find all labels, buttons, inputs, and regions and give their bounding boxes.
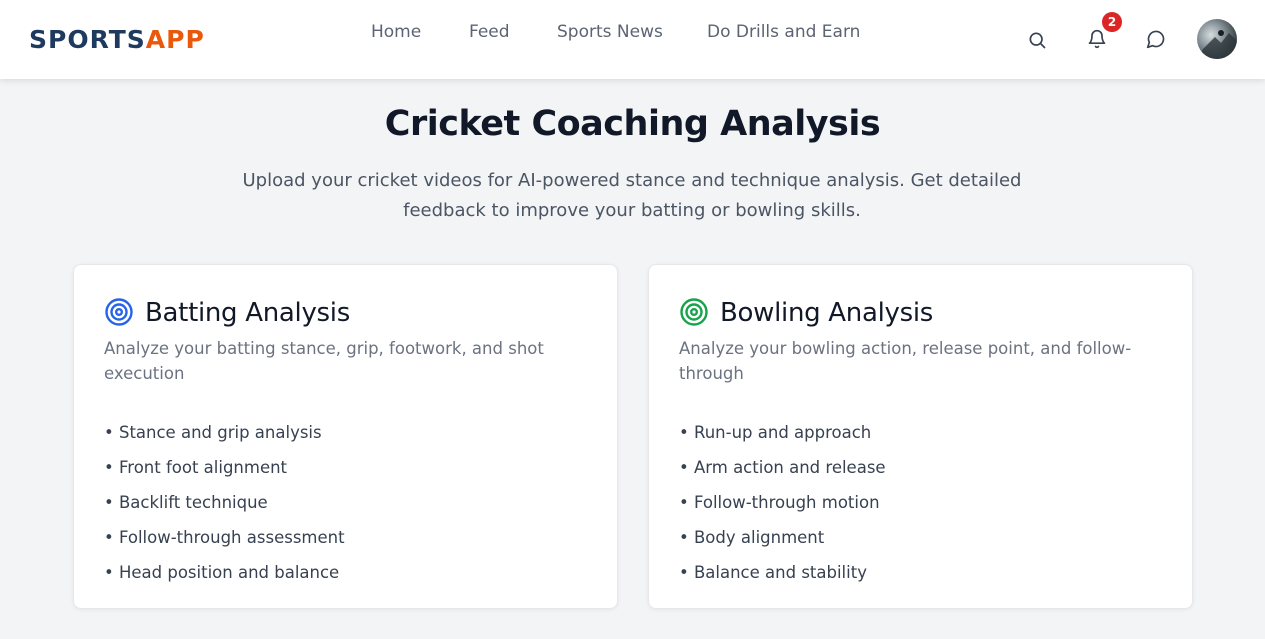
card-description: Analyze your batting stance, grip, footw…	[104, 339, 544, 383]
list-item: • Follow-through motion	[679, 493, 880, 512]
list-item: • Balance and stability	[679, 563, 867, 582]
chat-bubble-icon	[1146, 30, 1165, 49]
search-icon	[1029, 32, 1046, 49]
page-subtitle: Upload your cricket videos for AI-powere…	[242, 170, 1022, 221]
list-item: • Run-up and approach	[679, 423, 872, 442]
card-description: Analyze your bowling action, release poi…	[679, 339, 1132, 383]
list-item: • Arm action and release	[679, 458, 886, 477]
nav-link-home[interactable]: Home	[371, 21, 421, 43]
nav-link-feed[interactable]: Feed	[469, 21, 510, 43]
top-navbar: SPORTSAPP Home Feed Sports News Do Drill…	[0, 0, 1265, 79]
bowling-analysis-card[interactable]: Bowling Analysis Analyze your bowling ac…	[648, 264, 1193, 609]
avatar-photo	[1197, 30, 1237, 59]
user-avatar[interactable]	[1197, 19, 1237, 59]
list-item: • Backlift technique	[104, 493, 268, 512]
list-item: • Front foot alignment	[104, 458, 288, 477]
bell-icon	[1088, 29, 1106, 49]
target-icon	[680, 298, 708, 326]
batting-analysis-card[interactable]: Batting Analysis Analyze your batting st…	[73, 264, 618, 609]
list-item: • Follow-through assessment	[104, 528, 345, 547]
list-item: • Body alignment	[679, 528, 825, 547]
card-title: Batting Analysis	[145, 298, 350, 328]
list-item: • Stance and grip analysis	[104, 423, 322, 442]
nav-link-do-drills[interactable]: Do Drills and Earn	[707, 21, 860, 43]
search-button[interactable]	[1022, 25, 1052, 55]
messages-button[interactable]	[1141, 24, 1171, 54]
feature-list: • Stance and grip analysis • Front foot …	[104, 415, 345, 590]
page-title: Cricket Coaching Analysis	[384, 104, 881, 144]
feature-list: • Run-up and approach • Arm action and r…	[679, 415, 886, 590]
nav-link-sports-news[interactable]: Sports News	[557, 21, 663, 43]
list-item: • Head position and balance	[104, 563, 340, 582]
notification-badge: 2	[1102, 12, 1122, 32]
target-icon	[105, 298, 133, 326]
card-title: Bowling Analysis	[720, 298, 934, 328]
main-nav: Home Feed Sports News Do Drills and Earn	[0, 21, 1265, 45]
